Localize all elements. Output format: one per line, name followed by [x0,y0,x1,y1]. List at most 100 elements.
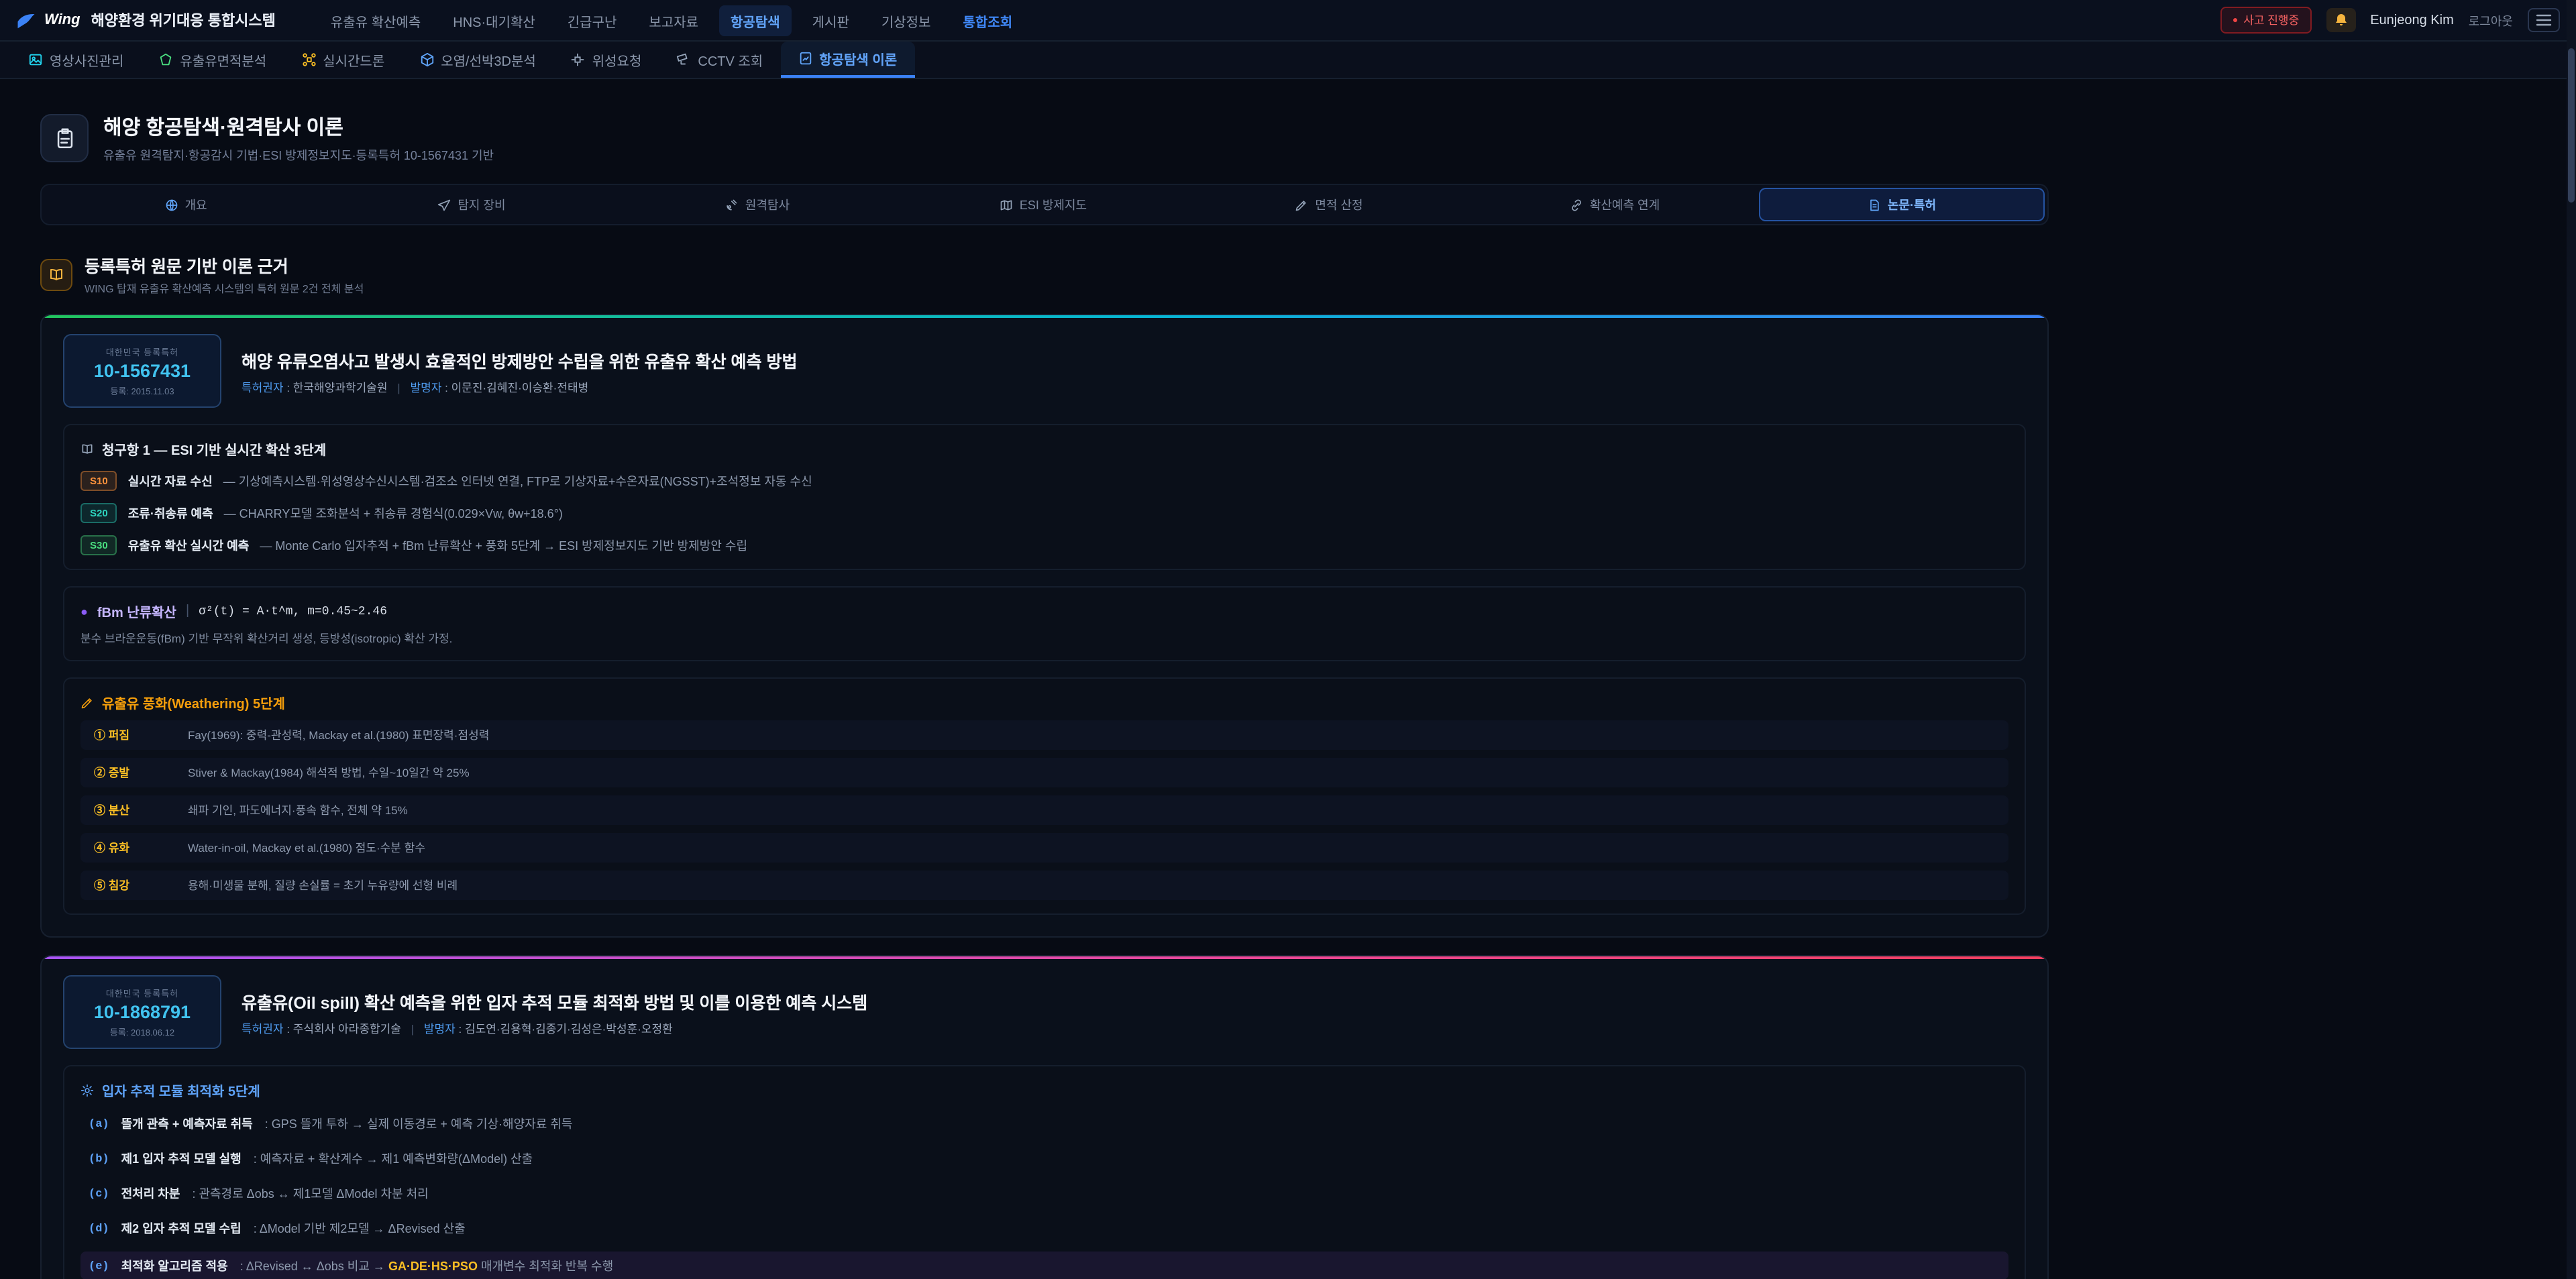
book-icon-box [40,258,72,290]
step-code-badge: S30 [80,535,117,555]
claim-step-row: S20 조류·취송류 예측 — CHARRY모델 조화분석 + 취송류 경험식(… [80,503,2008,523]
tab-cctv-view[interactable]: CCTV 조회 [659,42,780,78]
satellite-dish-icon [725,198,739,211]
map-icon [1000,198,1013,211]
claims-title: 청구항 1 — ESI 기반 실시간 확산 3단계 [102,439,326,459]
brand: Wing 해양환경 위기대응 통합시스템 [16,9,276,31]
step-name: 제2 입자 추적 모델 수립 [121,1219,241,1237]
patent-country-label: 대한민국 등록특허 [72,986,212,999]
app-title: 해양환경 위기대응 통합시스템 [91,9,276,31]
claim-step-name: 실시간 자료 수신 [128,472,213,490]
step-desc-post: 매개변수 최적화 반복 수행 [478,1260,613,1273]
step-code: (b) [89,1152,109,1165]
pill-tab-esi-map[interactable]: ESI 방제지도 [902,188,1185,221]
step-desc: : ΔModel 기반 제2모델 → ΔRevised 산출 [254,1219,466,1237]
patent-number: 10-1567431 [72,361,212,381]
nav-item-board[interactable]: 게시판 [800,5,861,36]
scrollbar-thumb[interactable] [2568,48,2575,203]
page-title-group: 해양 항공탐색·원격탐사 이론 유출유 원격탐지·항공감시 기법·ESI 방제정… [103,113,494,164]
claim-step-name: 유출유 확산 실시간 예측 [128,537,250,554]
pencil-icon [80,696,94,709]
claim-step-name: 조류·취송류 예측 [128,504,213,522]
step-desc: : GPS 뜰개 투하 → 실제 이동경로 + 예측 기상·해양자료 취득 [265,1115,573,1132]
page-subtitle: 유출유 원격탐지·항공감시 기법·ESI 방제정보지도·등록특허 10-1567… [103,146,494,164]
patent-title: 해양 유류오염사고 발생시 효율적인 방제방안 수립을 위한 유출유 확산 예측… [241,347,797,372]
algorithm-names-highlight: GA·DE·HS·PSO [388,1260,478,1273]
patent-1-header: 대한민국 등록특허 10-1567431 등록: 2015.11.03 해양 유… [63,334,2026,408]
nav-item-hns-atmospheric[interactable]: HNS·대기확산 [441,5,547,36]
tab-label: 유출유면적분석 [180,50,266,70]
optimization-step-row: (c) 전처리 차분 : 관측경로 Δobs ↔ 제1모델 ΔModel 차분 … [80,1182,2008,1205]
inventor-label: 발명자 [424,1021,455,1035]
logout-button[interactable]: 로그아웃 [2469,11,2513,29]
pill-tab-papers-patents[interactable]: 논문·특허 [1759,188,2045,221]
book-icon [48,266,64,282]
patent-meta: 특허권자 : 한국해양과학기술원 | 발명자 : 이문진·김혜진·이승환·전태병 [241,379,797,395]
pill-tab-remote-sensing[interactable]: 원격탐사 [616,188,899,221]
patent-section-header: 등록특허 원문 기반 이론 근거 WING 탑재 유출유 확산예측 시스템의 특… [40,252,2049,296]
nav-item-oil-spill-prediction[interactable]: 유출유 확산예측 [319,5,433,36]
nav-item-reports[interactable]: 보고자료 [637,5,710,36]
pill-label: 논문·특허 [1888,196,1936,213]
small-book-icon [80,442,94,455]
weathering-stage-label: ⑤ 침강 [94,877,169,893]
satellite-icon [571,52,586,67]
pencil-icon [1295,198,1308,211]
link-icon [1570,198,1583,211]
plane-icon [437,198,451,211]
optimization-title-row: 입자 추적 모듈 최적화 5단계 [80,1080,2008,1100]
optimization-step-row: (d) 제2 입자 추적 모델 수립 : ΔModel 기반 제2모델 → ΔR… [80,1217,2008,1239]
weathering-stage-desc: Stiver & Mackay(1984) 해석적 방법, 수일~10일간 약 … [188,765,470,781]
tab-aerial-search-theory[interactable]: 항공탐색 이론 [780,42,914,78]
holder-value: : 주식회사 아라종합기술 [286,1021,401,1035]
menu-button[interactable] [2528,8,2560,32]
fbm-description: 분수 브라운운동(fBm) 기반 무작위 확산거리 생성, 등방성(isotro… [80,630,2008,647]
nav-item-aerial-search[interactable]: 항공탐색 [718,5,792,36]
nav-item-emergency-rescue[interactable]: 긴급구난 [555,5,629,36]
theory-chart-icon [798,51,812,66]
meta-divider: | [397,380,400,394]
claim-step-desc: — 기상예측시스템·위성영상수신시스템·검조소 인터넷 연결, FTP로 기상자… [223,472,812,490]
notification-bell-button[interactable] [2326,8,2355,32]
step-code: (c) [89,1186,109,1200]
tab-label: 영상사진관리 [50,50,123,70]
claim-step-row: S10 실시간 자료 수신 — 기상예측시스템·위성영상수신시스템·검조소 인터… [80,471,2008,491]
inventor-label: 발명자 [410,380,441,394]
incident-status-badge[interactable]: ● 사고 진행중 [2220,7,2311,34]
tab-oil-area-analysis[interactable]: 유출유면적분석 [141,42,284,78]
section-subtitle: WING 탑재 유출유 확산예측 시스템의 특허 원문 2건 전체 분석 [85,282,364,296]
brand-logo-text: Wing [44,12,80,28]
pill-tab-detection-equipment[interactable]: 탐지 장비 [330,188,613,221]
step-name: 최적화 알고리즘 적용 [121,1257,228,1274]
nav-item-weather-info[interactable]: 기상정보 [869,5,943,36]
step-name: 전처리 차분 [121,1184,180,1202]
step-code: (e) [89,1259,109,1272]
weathering-row: ① 퍼짐 Fay(1969): 중력-관성력, Mackay et al.(19… [80,720,2008,750]
tool-tab-bar: 영상사진관리 유출유면적분석 실시간드론 오염/선박3D분석 위성요청 CCTV… [0,42,2576,79]
area-polygon-icon [158,52,173,67]
page-header: 해양 항공탐색·원격탐사 이론 유출유 원격탐지·항공감시 기법·ESI 방제정… [40,113,2049,164]
patent-reg-date: 등록: 2018.06.12 [72,1025,212,1038]
tab-realtime-drone[interactable]: 실시간드론 [284,42,402,78]
weathering-row: ④ 유화 Water-in-oil, Mackay et al.(1980) 점… [80,833,2008,863]
nav-item-integrated-search[interactable]: 통합조회 [951,5,1025,36]
main-navigation: 유출유 확산예측 HNS·대기확산 긴급구난 보고자료 항공탐색 게시판 기상정… [319,5,1024,36]
pill-tab-prediction-link[interactable]: 확산예측 연계 [1473,188,1756,221]
main-content: 해양 항공탐색·원격탐사 이론 유출유 원격탐지·항공감시 기법·ESI 방제정… [40,79,2049,1279]
weathering-stage-desc: Water-in-oil, Mackay et al.(1980) 점도·수분 … [188,840,425,856]
weathering-box: 유출유 풍화(Weathering) 5단계 ① 퍼짐 Fay(1969): 중… [63,677,2026,915]
tab-pollution-ship-3d[interactable]: 오염/선박3D분석 [402,42,553,78]
step-code-badge: S20 [80,503,117,523]
weathering-stage-label: ④ 유화 [94,840,169,856]
tab-satellite-request[interactable]: 위성요청 [553,42,659,78]
holder-value: : 한국해양과학기술원 [286,380,387,394]
scrollbar[interactable] [2567,0,2576,1279]
pill-tab-overview[interactable]: 개요 [44,188,327,221]
patent-country-label: 대한민국 등록특허 [72,345,212,358]
cctv-camera-icon [676,52,691,67]
pill-tab-area-calculation[interactable]: 면적 산정 [1187,188,1470,221]
weathering-stage-label: ③ 분산 [94,802,169,818]
theory-section-tabs: 개요 탐지 장비 원격탐사 ESI 방제지도 면적 산정 확산예측 연계 [40,184,2049,225]
tab-image-photo-management[interactable]: 영상사진관리 [11,42,141,78]
pill-label: 확산예측 연계 [1590,196,1660,213]
